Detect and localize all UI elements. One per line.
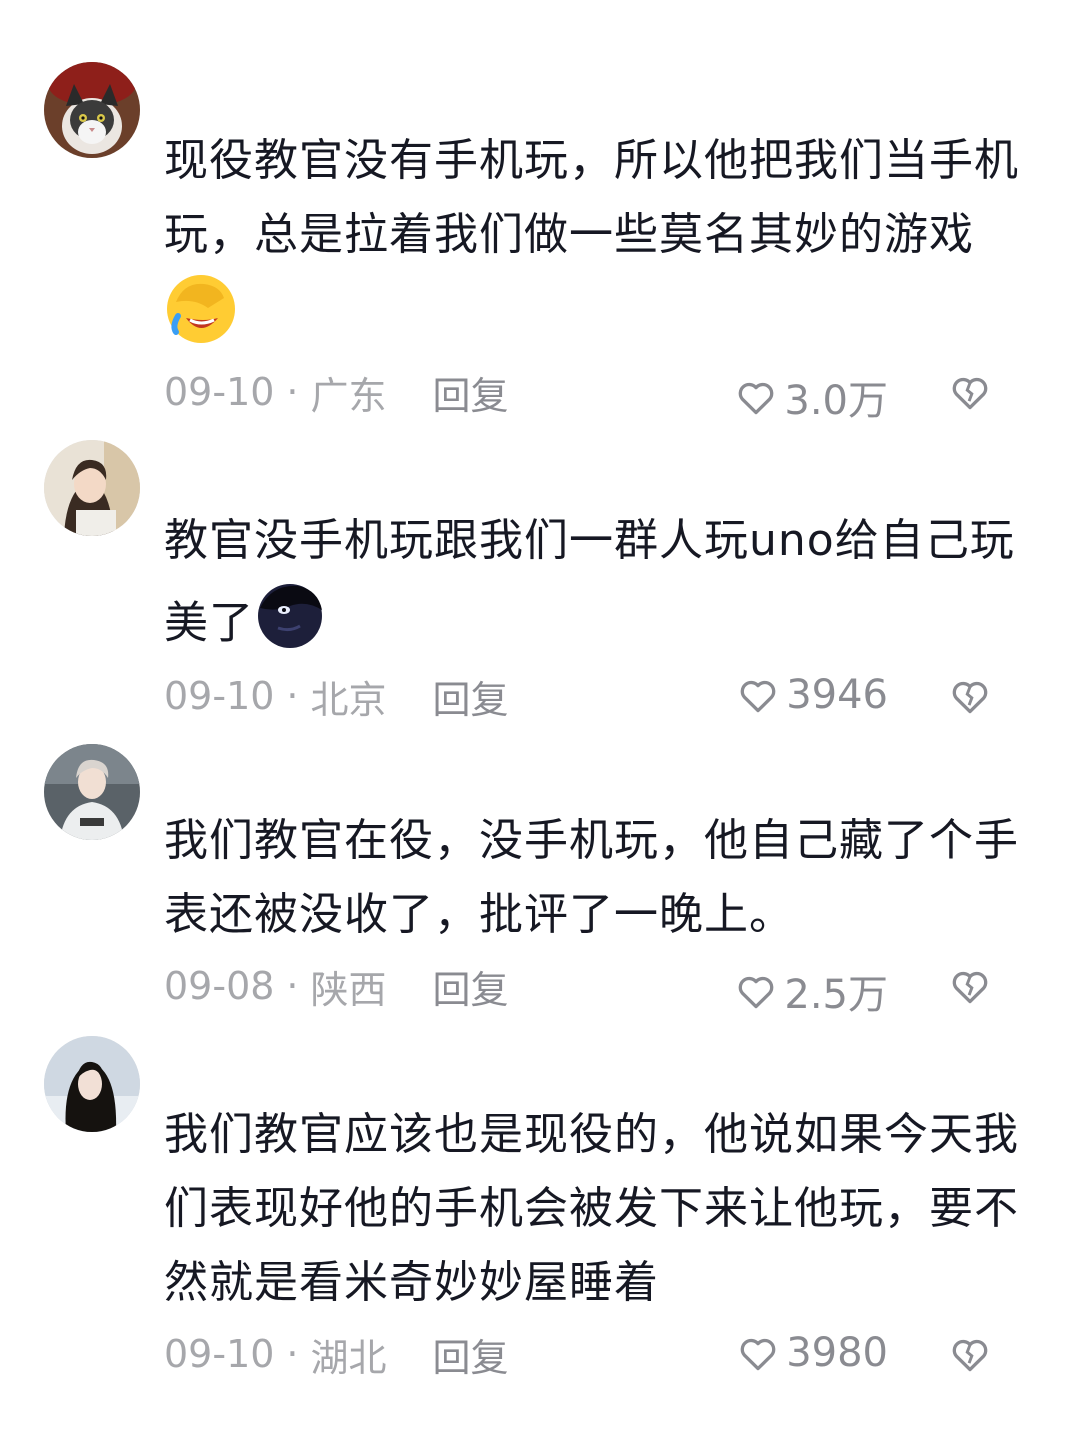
facepalm-laughing-emoji: [164, 272, 238, 369]
broken-heart-icon[interactable]: [948, 1332, 992, 1376]
heart-icon: [739, 976, 774, 1009]
comment-date: 09-10: [164, 674, 275, 718]
separator-dot: ·: [286, 1332, 299, 1376]
separator-dot: ·: [286, 964, 299, 1008]
comment-body: 我们教官应该也是现役的，他说如果今天我们表现好他的手机会被发下来让他玩，要不然就…: [164, 1109, 1019, 1308]
reply-button[interactable]: 回复: [433, 669, 509, 724]
woman-avatar-image: [44, 440, 140, 536]
heart-icon: [740, 1338, 776, 1371]
comment-text: 我们教官在役，没手机玩，他自己藏了个手表还被没收了，批评了一晚上。: [164, 804, 1044, 952]
avatar[interactable]: [44, 62, 140, 158]
like-button[interactable]: 2.5万: [734, 962, 888, 1020]
comment-date: 09-08: [164, 964, 275, 1008]
cat-avatar-image: [44, 62, 140, 158]
comment-location: 广东: [310, 373, 387, 418]
reply-button[interactable]: 回复: [433, 365, 509, 420]
comment-body: 我们教官在役，没手机玩，他自己藏了个手表还被没收了，批评了一晚上。: [164, 815, 1019, 940]
broken-heart-icon[interactable]: [948, 964, 992, 1008]
broken-heart-icon[interactable]: [948, 674, 992, 718]
like-count: 2.5万: [784, 972, 888, 1018]
man-avatar-image: [44, 744, 140, 840]
comment-location: 湖北: [310, 1335, 387, 1380]
comment-meta: 09-10 · 北京 回复 3946: [164, 666, 1044, 726]
avatar[interactable]: [44, 1036, 140, 1132]
heart-icon: [739, 382, 774, 415]
comment-text: 教官没手机玩跟我们一群人玩uno给自己玩美了: [164, 504, 1044, 673]
dark-face-emoji: [254, 578, 326, 673]
like-button[interactable]: 3980: [736, 1330, 888, 1376]
avatar[interactable]: [44, 440, 140, 536]
reply-button[interactable]: 回复: [433, 959, 509, 1014]
comment-meta: 09-10 · 湖北 回复 3980: [164, 1324, 1044, 1384]
comment-text: 现役教官没有手机玩，所以他把我们当手机玩，总是拉着我们做一些莫名其妙的游戏: [164, 124, 1044, 369]
like-button[interactable]: 3946: [736, 672, 888, 718]
comment-meta: 09-08 · 陕西 回复 2.5万: [164, 956, 1044, 1018]
like-button[interactable]: 3.0万: [734, 368, 888, 426]
comment-text: 我们教官应该也是现役的，他说如果今天我们表现好他的手机会被发下来让他玩，要不然就…: [164, 1098, 1044, 1320]
woman-long-hair-avatar-image: [44, 1036, 140, 1132]
heart-icon: [740, 680, 776, 713]
like-count: 3946: [786, 672, 888, 718]
reply-button[interactable]: 回复: [433, 1327, 509, 1382]
separator-dot: ·: [286, 370, 299, 414]
comment-body: 现役教官没有手机玩，所以他把我们当手机玩，总是拉着我们做一些莫名其妙的游戏: [164, 135, 1019, 260]
comment-location: 陕西: [310, 967, 387, 1012]
like-count: 3.0万: [784, 378, 888, 424]
comment-meta: 09-10 · 广东 回复 3.0万: [164, 362, 1044, 424]
broken-heart-icon[interactable]: [948, 370, 992, 414]
separator-dot: ·: [286, 674, 299, 718]
comment-date: 09-10: [164, 1332, 275, 1376]
avatar[interactable]: [44, 744, 140, 840]
comment-location: 北京: [310, 677, 387, 722]
like-count: 3980: [786, 1330, 888, 1376]
comment-date: 09-10: [164, 370, 275, 414]
